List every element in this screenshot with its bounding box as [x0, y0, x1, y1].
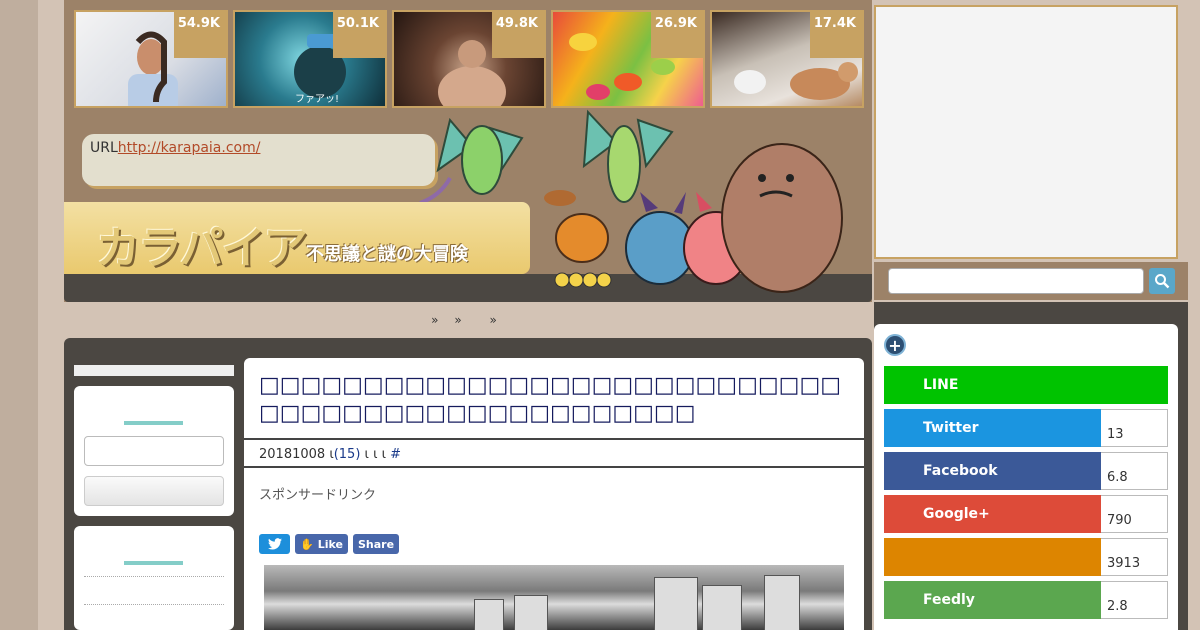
- sns-facebook[interactable]: Facebook 6.8: [884, 452, 1168, 490]
- sponsor-label: スポンサードリンク: [259, 488, 377, 503]
- thumbnail-1-count: 54.9K: [174, 12, 226, 58]
- article: □□□□□□□□□□□□□□□□□□□□□□□□□□□□□□□□□□□□□□□□…: [244, 358, 864, 630]
- sns-googleplus[interactable]: Google+ 790: [884, 495, 1168, 533]
- thumbnail-2[interactable]: ファアッ! 50.1K: [233, 10, 387, 108]
- search-icon: [1155, 274, 1170, 289]
- ad-banner[interactable]: [874, 5, 1178, 259]
- sns-googleplus-count: 790: [1101, 495, 1168, 533]
- photo-box: [702, 585, 742, 630]
- sns-facebook-label: Facebook: [884, 452, 1101, 490]
- article-meta: 20181008 ι(15) ι ι ι #: [244, 438, 864, 468]
- sns-line-label: LINE: [884, 366, 1168, 404]
- article-hash-link[interactable]: #: [390, 447, 401, 462]
- sns-line[interactable]: LINE: [884, 366, 1168, 404]
- sns-hatena-label: [884, 538, 1101, 576]
- site-logo[interactable]: カラパイア: [96, 212, 308, 276]
- article-date: 20181008: [259, 447, 326, 462]
- left-sidebar-list-box: [74, 526, 234, 630]
- left-sidebar-header: [74, 365, 234, 376]
- left-sidebar-divider-2: [124, 561, 183, 565]
- photo-box: [474, 599, 504, 630]
- thumbnail-3[interactable]: 49.8K: [392, 10, 546, 108]
- search-input[interactable]: [888, 268, 1144, 294]
- facebook-like-button[interactable]: ✋ Like: [295, 534, 348, 554]
- sns-hatena[interactable]: 3913: [884, 538, 1168, 576]
- thumbnail-3-count: 49.8K: [492, 12, 544, 58]
- sns-feedly-label: Feedly: [884, 581, 1101, 619]
- list-divider: [84, 576, 224, 577]
- left-sidebar-divider: [124, 421, 183, 425]
- thumbnail-5-count: 17.4K: [810, 12, 862, 58]
- photo-box: [654, 577, 698, 630]
- sns-twitter-count: 13: [1101, 409, 1168, 447]
- share-buttons: ✋ Like Share: [259, 534, 399, 554]
- thumbnail-2-caption: ファアッ!: [295, 94, 339, 105]
- plus-icon[interactable]: +: [884, 334, 906, 356]
- breadcrumb-sep-1: »: [431, 313, 439, 327]
- search-button[interactable]: [1149, 268, 1175, 294]
- url-box: URLhttp://karapaia.com/: [82, 134, 435, 186]
- left-sidebar-input[interactable]: [84, 436, 224, 466]
- left-sidebar-search-box: [74, 386, 234, 516]
- sns-feedly[interactable]: Feedly 2.8: [884, 581, 1168, 619]
- facebook-share-button[interactable]: Share: [353, 534, 399, 554]
- left-rail: [0, 0, 38, 630]
- twitter-share-button[interactable]: [259, 534, 290, 554]
- sns-feedly-count: 2.8: [1101, 581, 1168, 619]
- sns-googleplus-label: Google+: [884, 495, 1101, 533]
- article-meta-tail: ι ι ι: [364, 447, 387, 462]
- site-tagline: 不思議と謎の大冒険: [306, 244, 468, 265]
- photo-box: [764, 575, 800, 630]
- twitter-icon: [267, 538, 282, 550]
- left-sidebar-button[interactable]: [84, 476, 224, 506]
- breadcrumb-sep-3: »: [489, 313, 497, 327]
- thumbnail-1[interactable]: 54.9K: [74, 10, 228, 108]
- sns-twitter-label: Twitter: [884, 409, 1101, 447]
- site-url-link[interactable]: http://karapaia.com/: [118, 140, 261, 156]
- url-label: URL: [90, 140, 118, 156]
- thumbs-up-icon: ✋: [300, 537, 314, 551]
- thumbnail-4[interactable]: 26.9K: [551, 10, 705, 108]
- photo-box: [514, 595, 548, 630]
- article-photo: [264, 565, 844, 630]
- like-label: Like: [317, 537, 343, 551]
- thumbnail-2-count: 50.1K: [333, 12, 385, 58]
- list-divider: [84, 604, 224, 605]
- sns-twitter[interactable]: Twitter 13: [884, 409, 1168, 447]
- article-title[interactable]: □□□□□□□□□□□□□□□□□□□□□□□□□□□□□□□□□□□□□□□□…: [259, 372, 849, 428]
- comment-count-link[interactable]: (15): [334, 447, 361, 462]
- breadcrumb: » » »: [64, 304, 864, 338]
- sns-hatena-count: 3913: [1101, 538, 1168, 576]
- sns-facebook-count: 6.8: [1101, 452, 1168, 490]
- breadcrumb-sep-2: »: [454, 313, 462, 327]
- thumbnail-4-count: 26.9K: [651, 12, 703, 58]
- popular-thumbnails: 54.9K ファアッ! 50.1K 49.8K 26.9K 17.4K: [74, 10, 864, 108]
- thumbnail-5[interactable]: 17.4K: [710, 10, 864, 108]
